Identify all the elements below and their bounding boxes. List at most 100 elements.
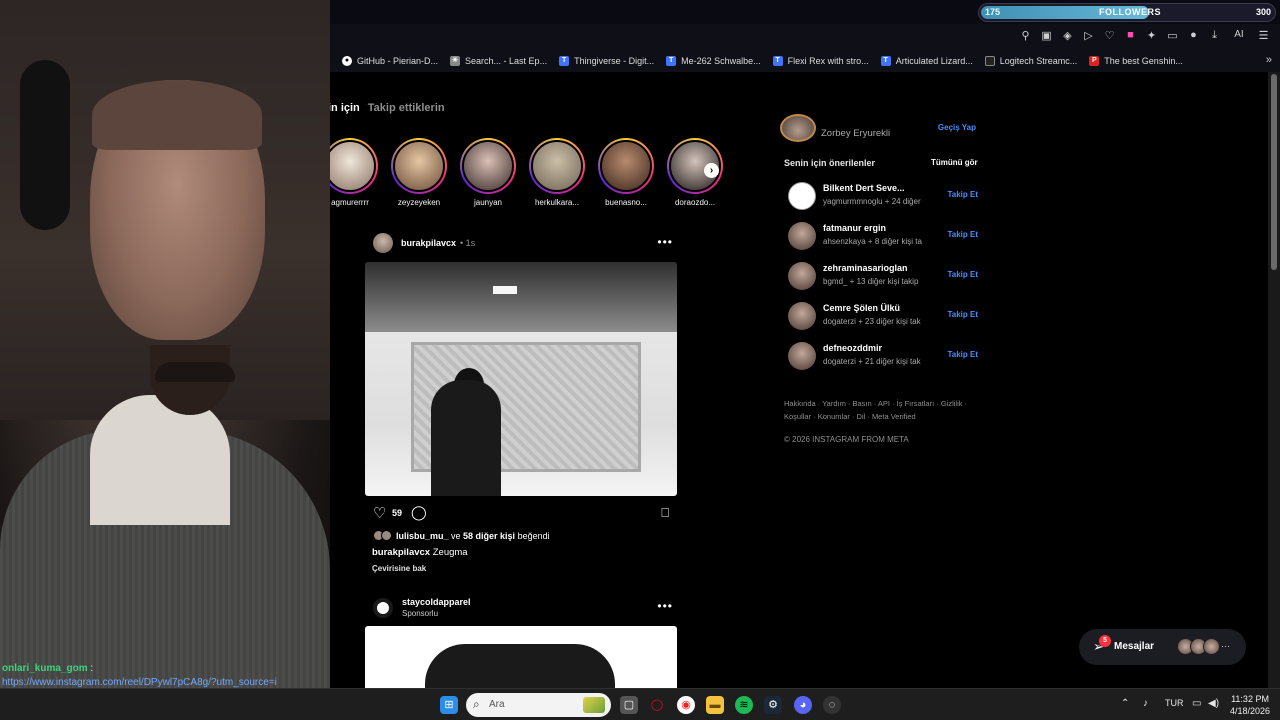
post-username[interactable]: burakpilavcx: [401, 238, 456, 248]
suggestion-username[interactable]: zehraminasarioglan: [823, 263, 908, 273]
screenshot-icon[interactable]: ▣: [1040, 29, 1053, 42]
avatar[interactable]: [373, 233, 393, 253]
avatar[interactable]: [788, 302, 816, 330]
avatar[interactable]: [788, 262, 816, 290]
opera-icon[interactable]: ◯: [648, 696, 666, 714]
avatar[interactable]: [788, 222, 816, 250]
follow-button[interactable]: Takip Et: [947, 270, 978, 279]
follow-button[interactable]: Takip Et: [947, 190, 978, 199]
bookmark[interactable]: T Me-262 Schwalbe...: [666, 56, 761, 66]
network-icon[interactable]: ▭: [1192, 698, 1201, 709]
headphones: [20, 60, 70, 230]
bookmark-icon[interactable]: ⎕: [661, 505, 669, 521]
browser-icon[interactable]: ◌: [823, 696, 841, 714]
bookmark[interactable]: ✳ Search... - Last Ep...: [450, 56, 547, 66]
suggestion-username[interactable]: fatmanur ergin: [823, 223, 886, 233]
suggestion-subtext: ahsenzkaya + 8 diğer kişi ta: [823, 237, 922, 246]
comment-icon[interactable]: ◯: [411, 504, 427, 521]
ceiling: [365, 262, 677, 332]
post-image[interactable]: [365, 262, 677, 496]
post-header: staycoldapparel Sponsorlu •••: [373, 596, 673, 620]
scrollbar[interactable]: [1268, 72, 1280, 688]
follow-button[interactable]: Takip Et: [947, 350, 978, 359]
bookmark-label: The best Genshin...: [1104, 56, 1183, 66]
liked-by-connector: ve: [448, 530, 464, 541]
stories-next-button[interactable]: ›: [704, 163, 719, 178]
chevron-up-icon[interactable]: ⌃: [1121, 698, 1129, 709]
avatar[interactable]: [780, 114, 816, 142]
steam-icon[interactable]: ⚙: [764, 696, 782, 714]
follow-button[interactable]: Takip Et: [947, 310, 978, 319]
tab-for-you[interactable]: in için: [330, 102, 360, 114]
bookmark[interactable]: T Articulated Lizard...: [880, 56, 973, 66]
microphone-icon[interactable]: ♪: [1143, 698, 1148, 709]
post-username[interactable]: staycoldapparel: [402, 597, 471, 607]
profile-icon[interactable]: ●: [1187, 29, 1200, 42]
heart-icon[interactable]: ♡: [373, 504, 386, 522]
avatar[interactable]: [373, 598, 393, 618]
bookmark-label: Thingiverse - Digit...: [574, 56, 655, 66]
volume-icon[interactable]: ◀): [1208, 698, 1219, 709]
chat-separator: :: [87, 663, 94, 674]
avatar[interactable]: [788, 342, 816, 370]
more-dots-icon: ···: [1221, 641, 1230, 651]
follow-button[interactable]: Takip Et: [947, 230, 978, 239]
bookmark[interactable]: Logitech Streamc...: [984, 56, 1077, 66]
menu-icon[interactable]: ☰: [1257, 29, 1270, 42]
bookmark[interactable]: P The best Genshin...: [1089, 56, 1183, 66]
language-indicator[interactable]: TUR: [1165, 698, 1184, 708]
caption-username[interactable]: burakpilavcx: [372, 547, 430, 558]
discord-icon[interactable]: ◕: [794, 696, 812, 714]
suggestion-username[interactable]: Bilkent Dert Seve...: [823, 183, 905, 193]
story-item[interactable]: herkulkara...: [529, 138, 585, 207]
spotify-icon[interactable]: ≋: [735, 696, 753, 714]
download-icon[interactable]: ⤓: [1208, 29, 1221, 42]
pin-icon[interactable]: ⚲: [1019, 29, 1032, 42]
see-all-link[interactable]: Tümünü gör: [931, 158, 978, 167]
bookmarks-overflow-icon[interactable]: »: [1266, 54, 1272, 66]
bookmark-label: Flexi Rex with stro...: [787, 56, 869, 66]
switch-account-link[interactable]: Geçiş Yap: [938, 123, 976, 132]
shield-icon[interactable]: ◈: [1061, 29, 1074, 42]
extension-icon[interactable]: ■: [1124, 29, 1137, 42]
puzzle-icon[interactable]: ✦: [1145, 29, 1158, 42]
ai-button[interactable]: AI: [1229, 29, 1249, 42]
liked-by-user[interactable]: lulisbu_mu_: [396, 531, 449, 541]
post-image[interactable]: [365, 626, 677, 688]
instagram-page: in için Takip ettiklerin agmurerrrr zeyz…: [330, 72, 1268, 688]
scrollbar-thumb[interactable]: [1271, 74, 1277, 270]
chrome-icon[interactable]: ◉: [677, 696, 695, 714]
system-clock[interactable]: 11:32 PM 4/18/2026: [1230, 693, 1270, 717]
wallet-icon[interactable]: ▭: [1166, 29, 1179, 42]
windows-start-icon[interactable]: ⊞: [440, 696, 458, 714]
footer-links-row[interactable]: Hakkında · Yardım · Basın · API · İş Fır…: [784, 397, 984, 410]
taskbar-search[interactable]: ⌕ Ara: [466, 693, 611, 717]
messages-button[interactable]: ➢ 5 Mesajlar ···: [1079, 629, 1246, 665]
story-name: jaunyan: [473, 198, 503, 207]
story-avatar: [393, 140, 445, 192]
heart-icon[interactable]: ♡: [1103, 29, 1116, 42]
story-item[interactable]: zeyzeyeken: [391, 138, 447, 207]
more-options-icon[interactable]: •••: [657, 235, 673, 249]
story-item[interactable]: agmurerrrr: [330, 138, 378, 207]
bookmark[interactable]: ● GitHub - Pierian-D...: [342, 56, 438, 66]
avatar: [1203, 638, 1220, 655]
task-view-icon[interactable]: ▢: [620, 696, 638, 714]
liked-by-others[interactable]: 58 diğer kişi: [463, 531, 515, 541]
suggestion-username[interactable]: Cemre Şölen Ülkü: [823, 303, 900, 313]
more-options-icon[interactable]: •••: [657, 599, 673, 613]
post-time: • 1s: [460, 238, 476, 248]
avatar[interactable]: [788, 182, 816, 210]
suggestion-item: Cemre Şölen Ülkü dogaterzi + 23 diğer ki…: [788, 300, 978, 330]
folder-icon[interactable]: ▬: [706, 696, 724, 714]
footer-links-row[interactable]: Koşullar · Konumlar · Dil · Meta Verifie…: [784, 410, 984, 423]
bookmark[interactable]: T Flexi Rex with stro...: [772, 56, 869, 66]
bookmark[interactable]: T Thingiverse - Digit...: [559, 56, 654, 66]
play-icon[interactable]: ▷: [1082, 29, 1095, 42]
story-item[interactable]: buenasno...: [598, 138, 654, 207]
tab-following[interactable]: Takip ettiklerin: [368, 102, 445, 114]
suggestion-username[interactable]: defneozddmir: [823, 343, 882, 353]
see-translation-link[interactable]: Çevirisine bak: [372, 564, 426, 573]
bookmark-label: Search... - Last Ep...: [465, 56, 548, 66]
story-item[interactable]: jaunyan: [460, 138, 516, 207]
